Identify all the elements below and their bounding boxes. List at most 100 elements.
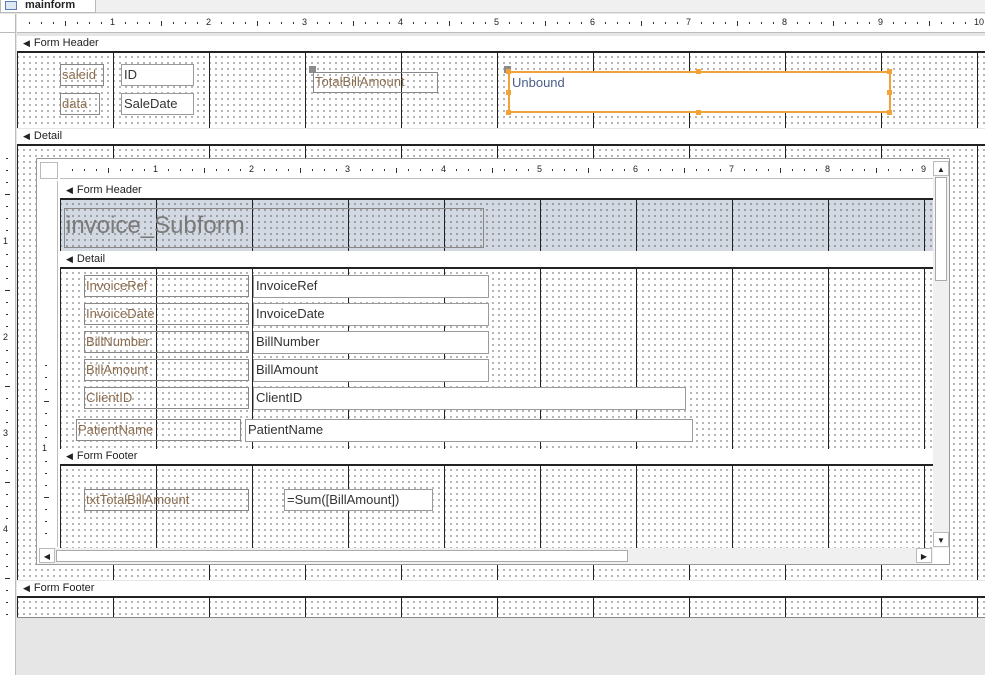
- data-label[interactable]: data: [60, 93, 100, 115]
- ruler-tick: [816, 169, 817, 171]
- section-label: Detail: [76, 253, 106, 265]
- ruler-corner[interactable]: [0, 14, 16, 33]
- subform-vertical-ruler[interactable]: 1: [39, 181, 58, 547]
- subform-bar-form-footer[interactable]: ◀ Form Footer: [60, 449, 933, 466]
- ruler-tick: [269, 22, 270, 24]
- tab-mainform[interactable]: mainform: [0, 0, 96, 13]
- ruler-tick: [564, 169, 565, 171]
- ruler-tick: [108, 168, 109, 173]
- ruler-number: 6: [590, 17, 596, 27]
- ruler-tick: [45, 389, 47, 390]
- ruler-number: 8: [825, 164, 831, 174]
- resize-handle[interactable]: [887, 69, 892, 74]
- ruler-tick: [365, 22, 366, 24]
- ruler-number: 1: [3, 236, 9, 246]
- vertical-ruler[interactable]: 1 2 3 4: [0, 33, 16, 675]
- ruler-tick: [6, 182, 8, 183]
- patientname-label[interactable]: PatientName: [76, 419, 241, 441]
- ruler-tick: [29, 22, 30, 24]
- invoiceref-textbox[interactable]: InvoiceRef: [253, 275, 489, 298]
- scroll-up-icon[interactable]: ▲: [933, 161, 949, 176]
- id-textbox[interactable]: ID: [121, 64, 194, 86]
- ruler-tick: [41, 22, 42, 24]
- ruler-tick: [132, 169, 133, 171]
- ruler-tick: [6, 590, 8, 591]
- scroll-right-icon[interactable]: ▶: [916, 548, 932, 563]
- totalbillamount-label[interactable]: TotalBillAmount: [313, 72, 438, 93]
- ruler-tick: [45, 473, 47, 474]
- ruler-tick: [612, 169, 613, 171]
- ruler-tick: [569, 22, 570, 24]
- resize-handle[interactable]: [696, 69, 701, 74]
- form-footer-section[interactable]: [17, 598, 985, 618]
- subform-footer-section[interactable]: txtTotalBillAmount =Sum([BillAmount]): [60, 466, 933, 548]
- resize-handle[interactable]: [506, 90, 511, 95]
- billnumber-label[interactable]: BillNumber: [84, 331, 249, 353]
- form-header-section[interactable]: saleid ID data SaleDate TotalBillAmount …: [17, 53, 985, 128]
- resize-handle[interactable]: [506, 110, 511, 115]
- section-bar-form-header[interactable]: ◀ Form Header: [17, 36, 985, 53]
- ruler-tick: [45, 461, 47, 462]
- invoicedate-textbox[interactable]: InvoiceDate: [253, 303, 489, 326]
- ruler-tick: [804, 169, 805, 171]
- subform-bar-form-header[interactable]: ◀ Form Header: [60, 183, 933, 200]
- ruler-tick: [120, 169, 121, 171]
- txttotalbillamount-label[interactable]: txtTotalBillAmount: [84, 489, 249, 511]
- ruler-tick: [185, 22, 186, 24]
- clientid-textbox[interactable]: ClientID: [253, 387, 686, 410]
- ruler-tick: [941, 22, 942, 24]
- ruler-tick: [504, 169, 505, 171]
- ruler-tick: [6, 374, 8, 375]
- resize-handle[interactable]: [887, 110, 892, 115]
- sum-billamount-textbox[interactable]: =Sum([BillAmount]): [284, 489, 433, 511]
- ruler-tick: [653, 22, 654, 24]
- subform-bar-detail[interactable]: ◀ Detail: [60, 252, 933, 269]
- section-bar-detail[interactable]: ◀ Detail: [17, 129, 985, 146]
- vertical-scroll-thumb[interactable]: [935, 177, 947, 281]
- resize-handle[interactable]: [696, 110, 701, 115]
- vertical-scrollbar[interactable]: ▲ ▼: [933, 161, 949, 548]
- invoicedate-label[interactable]: InvoiceDate: [84, 303, 249, 325]
- ruler-tick: [341, 22, 342, 24]
- ruler-tick: [912, 169, 913, 171]
- unbound-textbox-selected[interactable]: Unbound: [508, 71, 891, 113]
- ruler-tick: [6, 518, 8, 519]
- ruler-tick: [324, 169, 325, 171]
- invoiceref-label[interactable]: InvoiceRef: [84, 275, 249, 297]
- ruler-tick: [389, 22, 390, 24]
- resize-handle[interactable]: [506, 69, 511, 74]
- subform-horizontal-ruler[interactable]: 1 2 3 4 5 6 7 8 9: [60, 161, 933, 179]
- resize-handle[interactable]: [887, 90, 892, 95]
- subform-header-section[interactable]: invoice_Subform: [60, 200, 933, 251]
- ruler-tick: [6, 554, 8, 555]
- ruler-tick: [44, 401, 49, 402]
- subform-ruler-corner[interactable]: [40, 162, 58, 179]
- horizontal-scroll-thumb[interactable]: [56, 550, 628, 562]
- ruler-tick: [641, 21, 642, 26]
- scroll-down-icon[interactable]: ▼: [933, 532, 949, 547]
- horizontal-scrollbar[interactable]: ◀ ▶: [39, 548, 933, 564]
- section-bar-form-footer[interactable]: ◀ Form Footer: [17, 581, 985, 598]
- ruler-tick: [6, 506, 8, 507]
- ruler-tick: [876, 168, 877, 173]
- ruler-tick: [600, 169, 601, 171]
- saleid-label[interactable]: saleid: [60, 64, 104, 86]
- subform-title-label[interactable]: invoice_Subform: [64, 208, 484, 248]
- saledate-textbox[interactable]: SaleDate: [121, 93, 194, 115]
- ruler-tick: [893, 22, 894, 24]
- clientid-label[interactable]: ClientID: [84, 387, 249, 409]
- ruler-tick: [101, 22, 102, 24]
- scroll-left-icon[interactable]: ◀: [39, 548, 55, 563]
- patientname-textbox[interactable]: PatientName: [245, 419, 693, 442]
- ruler-tick: [144, 169, 145, 171]
- billamount-label[interactable]: BillAmount: [84, 359, 249, 381]
- billnumber-textbox[interactable]: BillNumber: [253, 331, 489, 354]
- ruler-tick: [84, 169, 85, 171]
- billamount-textbox[interactable]: BillAmount: [253, 359, 489, 382]
- ruler-tick: [864, 169, 865, 171]
- ruler-tick: [917, 22, 918, 24]
- subform-control[interactable]: 123456789 1 ◀ Form Header invoice_Subform…: [36, 158, 950, 565]
- subform-detail-section[interactable]: InvoiceRef InvoiceRef InvoiceDate Invoic…: [60, 269, 933, 450]
- ruler-tick: [461, 22, 462, 24]
- horizontal-ruler[interactable]: 1 2 3 4 5 6 7 8 9 10: [17, 14, 985, 33]
